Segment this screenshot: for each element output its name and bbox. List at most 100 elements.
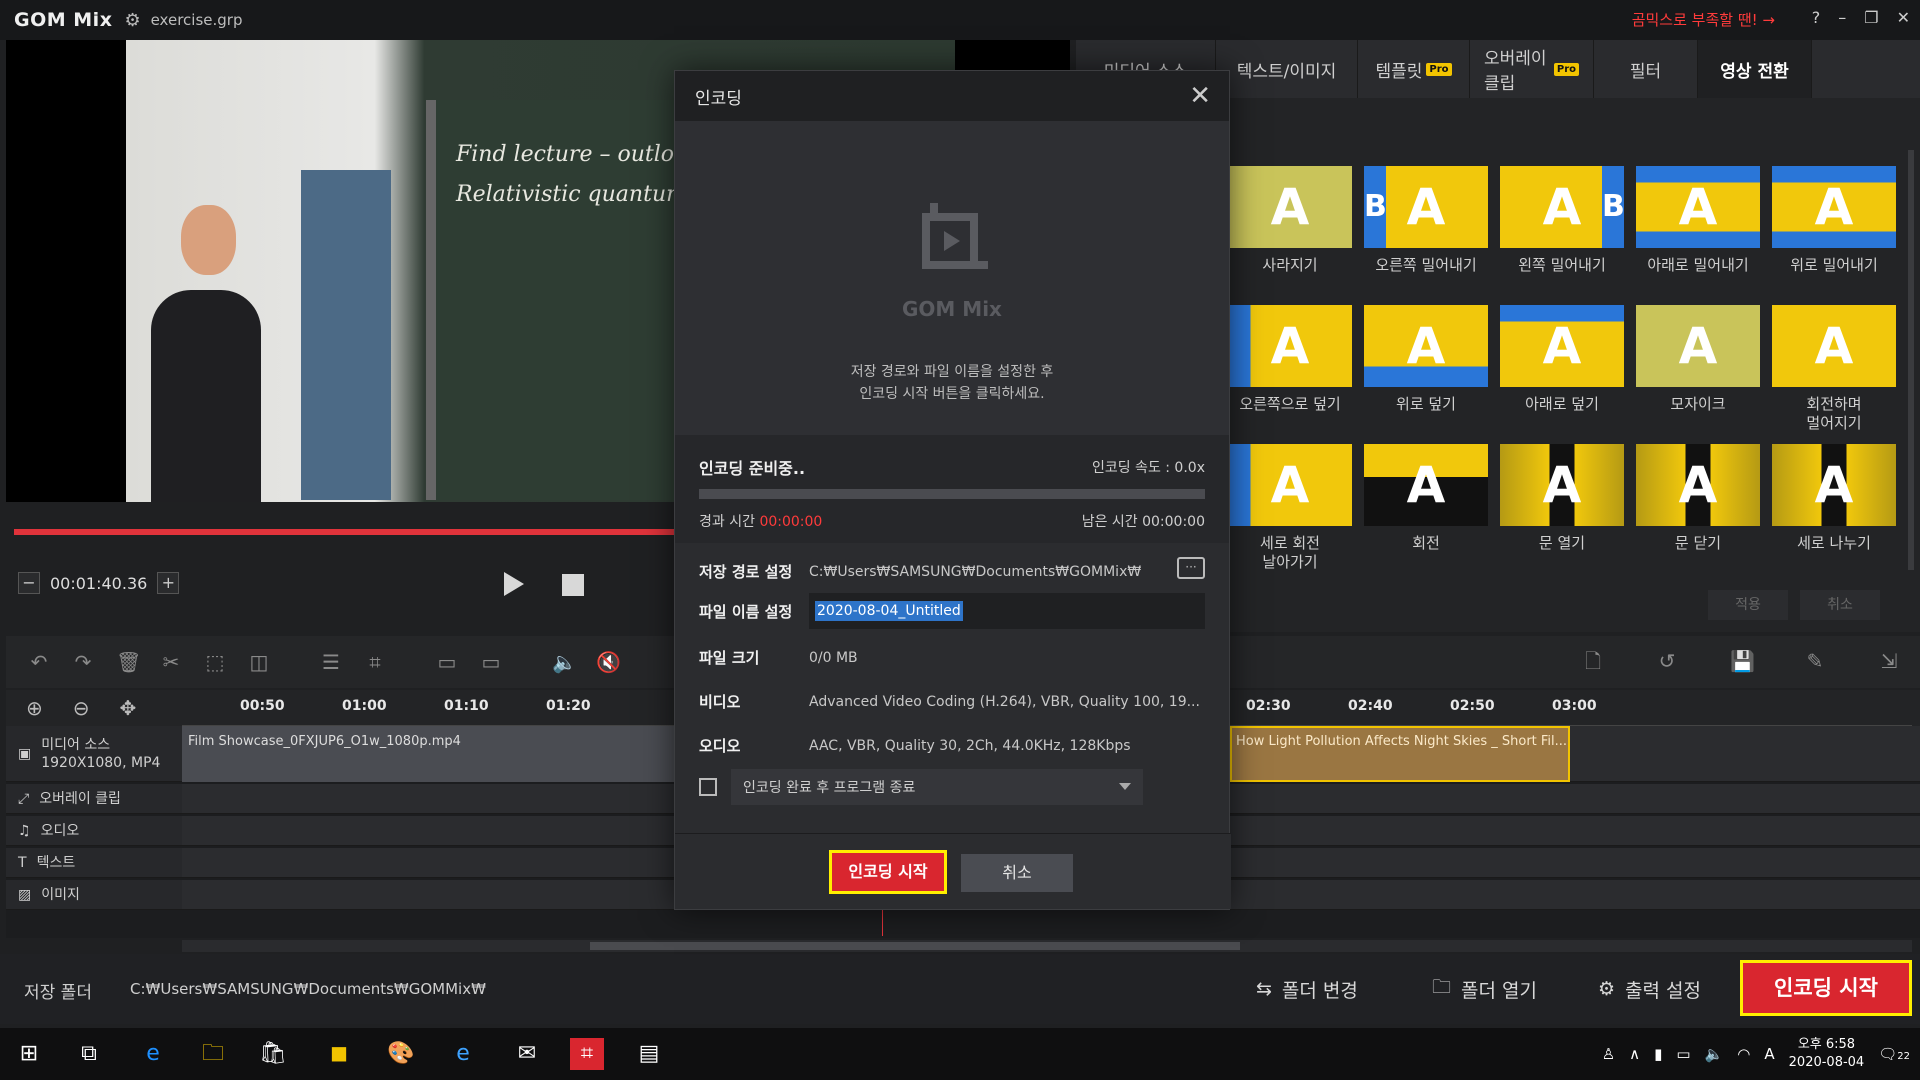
- delete-icon[interactable]: 🗑: [116, 651, 141, 673]
- mail-icon[interactable]: ✉68: [510, 1038, 544, 1070]
- windows-start-icon[interactable]: ⊞: [12, 1038, 46, 1070]
- transition-item[interactable]: A 세로 회전 날아가기: [1228, 444, 1352, 583]
- people-icon[interactable]: ♙: [1602, 1045, 1615, 1063]
- minimize-icon[interactable]: –: [1838, 8, 1846, 27]
- image-in-icon[interactable]: ▭: [436, 651, 458, 673]
- gom-mix-task-icon[interactable]: ⌗: [570, 1038, 604, 1070]
- playhead[interactable]: [882, 906, 883, 936]
- transition-item[interactable]: A 문 열기: [1500, 444, 1624, 583]
- ime-indicator[interactable]: A: [1764, 1045, 1774, 1063]
- track-header[interactable]: ▨ 이미지: [6, 880, 182, 910]
- transition-item[interactable]: A B 오른쪽 밀어내기: [1364, 166, 1488, 305]
- stop-icon[interactable]: [562, 574, 584, 596]
- network-icon[interactable]: ▮: [1654, 1045, 1662, 1063]
- panel-tab[interactable]: 템플릿 Pro: [1358, 40, 1470, 98]
- image-out-icon[interactable]: ▭: [480, 651, 502, 673]
- battery-icon[interactable]: ▭: [1676, 1045, 1690, 1063]
- transition-item[interactable]: A 사라지기: [1228, 166, 1352, 305]
- transition-thumbnail: A: [1636, 305, 1760, 387]
- restore-icon[interactable]: ❐: [1864, 8, 1878, 27]
- timecode-minus-button[interactable]: −: [18, 572, 40, 594]
- timeline-scrollbar[interactable]: [182, 940, 1912, 952]
- file-explorer-icon[interactable]: 🗀: [196, 1038, 230, 1070]
- track-header[interactable]: T 텍스트: [6, 848, 182, 878]
- kakaotalk-icon[interactable]: ◼: [322, 1038, 356, 1070]
- panel-scrollbar[interactable]: [1908, 150, 1914, 570]
- tray-chevron-icon[interactable]: ∧: [1629, 1045, 1640, 1063]
- transition-item[interactable]: A 위로 덮기: [1364, 305, 1488, 444]
- transition-label: 오른쪽으로 덮기: [1239, 395, 1341, 413]
- save-as-icon[interactable]: ✎: [1804, 650, 1826, 672]
- transition-item[interactable]: A 회전: [1364, 444, 1488, 583]
- filename-input[interactable]: 2020-08-04_Untitled: [809, 593, 1205, 629]
- browse-folder-icon[interactable]: ···: [1177, 557, 1205, 579]
- task-view-icon[interactable]: ⧉: [72, 1038, 106, 1070]
- mute-icon[interactable]: 🔇: [596, 651, 621, 673]
- transition-item[interactable]: A B 왼쪽 밀어내기: [1500, 166, 1624, 305]
- cancel-button[interactable]: 취소: [961, 854, 1073, 892]
- play-icon[interactable]: [504, 572, 524, 596]
- media-clip-selected[interactable]: How Light Pollution Affects Night Skies …: [1230, 726, 1570, 782]
- redo-icon[interactable]: ↷: [72, 651, 94, 673]
- upgrade-link[interactable]: 곰믹스로 부족할 땐! →: [1632, 9, 1775, 30]
- help-icon[interactable]: ?: [1812, 8, 1821, 27]
- select-icon[interactable]: ⬚: [204, 651, 226, 673]
- dialog-close-icon[interactable]: ✕: [1189, 81, 1211, 111]
- export-icon[interactable]: ⇲: [1878, 650, 1900, 672]
- start-encoding-main-button[interactable]: 인코딩 시작: [1740, 960, 1912, 1016]
- crop-icon[interactable]: ⌗: [364, 651, 386, 673]
- save-project-icon[interactable]: 💾: [1730, 650, 1755, 672]
- panel-tab[interactable]: 오버레이 클립 Pro: [1470, 40, 1594, 98]
- track-header[interactable]: ♫ 오디오: [6, 816, 182, 846]
- gear-icon[interactable]: ⚙: [124, 10, 140, 31]
- start-encoding-button[interactable]: 인코딩 시작: [829, 850, 947, 894]
- change-folder-button[interactable]: ⇆ 폴더 변경: [1256, 968, 1358, 1010]
- scroll-thumb[interactable]: [590, 942, 1240, 950]
- output-settings-button[interactable]: ⚙ 출력 설정: [1598, 968, 1701, 1010]
- adjust-icon[interactable]: ☰: [320, 651, 342, 673]
- panel-cancel-button[interactable]: 취소: [1800, 590, 1880, 620]
- wifi-icon[interactable]: ◠: [1737, 1045, 1750, 1063]
- volume-icon[interactable]: 🔈: [552, 651, 577, 673]
- after-encode-checkbox[interactable]: [699, 778, 717, 796]
- store-icon[interactable]: 🛍: [256, 1038, 290, 1070]
- close-icon[interactable]: ✕: [1897, 8, 1910, 27]
- transition-label: 아래로 덮기: [1525, 395, 1599, 413]
- transition-item[interactable]: A 아래로 밀어내기: [1636, 166, 1760, 305]
- clock[interactable]: 오후 6:58 2020-08-04: [1789, 1036, 1865, 1072]
- speaker-icon[interactable]: 🔈: [1705, 1045, 1724, 1063]
- transition-item[interactable]: A 오른쪽으로 덮기: [1228, 305, 1352, 444]
- undo-icon[interactable]: ↶: [28, 651, 50, 673]
- panel-tab[interactable]: 텍스트/이미지: [1216, 40, 1358, 98]
- pro-badge: Pro: [1553, 62, 1579, 76]
- cut-icon[interactable]: ✂: [160, 651, 182, 673]
- panel-tab[interactable]: 영상 전환: [1698, 40, 1812, 98]
- transition-item[interactable]: A 위로 밀어내기: [1772, 166, 1896, 305]
- app-task-icon[interactable]: ▤: [632, 1038, 666, 1070]
- transition-item[interactable]: A 회전하며 멀어지기: [1772, 305, 1896, 444]
- apply-button[interactable]: 적용: [1708, 590, 1788, 620]
- transition-thumbnail: A: [1636, 166, 1760, 248]
- panel-tab[interactable]: 필터: [1594, 40, 1698, 98]
- paint-icon[interactable]: 🎨: [384, 1038, 418, 1070]
- track-header[interactable]: ▣ 미디어 소스 1920X1080, MP4: [6, 726, 182, 782]
- new-project-icon[interactable]: 🗋: [1582, 650, 1604, 672]
- notification-icon[interactable]: 🗨22: [1878, 1045, 1910, 1063]
- zoom-out-icon[interactable]: ⊖: [73, 696, 90, 720]
- fit-icon[interactable]: ✥: [120, 696, 137, 720]
- split-icon[interactable]: ◫: [248, 651, 270, 673]
- transition-thumbnail: A: [1500, 305, 1624, 387]
- timecode-plus-button[interactable]: +: [157, 572, 180, 594]
- transition-item[interactable]: A 모자이크: [1636, 305, 1760, 444]
- transition-item[interactable]: A 세로 나누기: [1772, 444, 1896, 583]
- edge-icon[interactable]: e: [136, 1038, 170, 1070]
- after-encode-select[interactable]: 인코딩 완료 후 프로그램 종료: [731, 769, 1143, 805]
- transition-item[interactable]: A 문 닫기: [1636, 444, 1760, 583]
- internet-explorer-icon[interactable]: e: [446, 1038, 480, 1070]
- track-header[interactable]: ⤢ 오버레이 클립: [6, 784, 182, 814]
- timecode-value[interactable]: 00:01:40.36: [46, 574, 151, 593]
- open-folder-button[interactable]: 🗀 폴더 열기: [1432, 968, 1537, 1010]
- zoom-in-icon[interactable]: ⊕: [26, 696, 43, 720]
- open-project-icon[interactable]: ↺: [1656, 650, 1678, 672]
- transition-item[interactable]: A 아래로 덮기: [1500, 305, 1624, 444]
